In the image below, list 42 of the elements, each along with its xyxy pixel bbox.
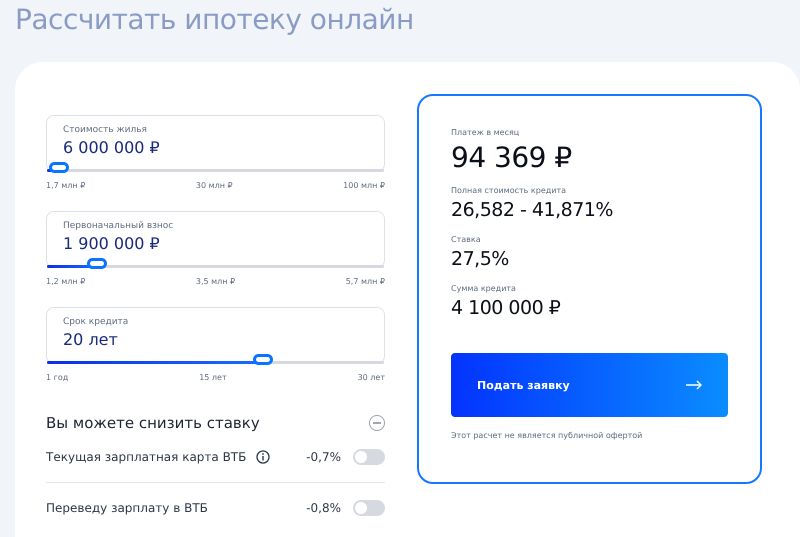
slider-thumb[interactable] (49, 162, 70, 173)
field-value: 1 900 000 ₽ (63, 234, 161, 253)
section-title: Вы можете снизить ставку (46, 414, 260, 432)
toggle-switch[interactable] (353, 449, 385, 465)
stat-label: Сумма кредита (451, 284, 517, 293)
stat-label: Платеж в месяц (451, 128, 520, 137)
slider-thumb[interactable] (253, 354, 274, 365)
slider-field[interactable]: Срок кредита 20 лет (46, 307, 385, 364)
tick-label: 15 лет (199, 373, 227, 382)
discount-amount: -0,7% (306, 450, 341, 464)
stat-value: 27,5% (451, 248, 510, 270)
field-label: Срок кредита (63, 317, 130, 327)
collapse-button[interactable] (369, 415, 385, 431)
tick-label: 30 млн ₽ (196, 181, 233, 190)
slider-field[interactable]: Стоимость жилья 6 000 000 ₽ (46, 115, 385, 172)
info-icon[interactable] (256, 450, 270, 464)
tick-label: 100 млн ₽ (343, 181, 385, 190)
stat-value: 26,582 - 41,871% (451, 199, 614, 221)
stat-label: Ставка (451, 235, 482, 244)
stat-value: 94 369 ₽ (451, 141, 573, 174)
tick-label: 3,5 млн ₽ (196, 277, 236, 286)
tick-label: 5,7 млн ₽ (346, 277, 385, 286)
field-value: 6 000 000 ₽ (63, 138, 161, 157)
apply-button[interactable]: Подать заявку (451, 353, 728, 417)
tick-label: 1,2 млн ₽ (46, 277, 86, 286)
field-label: Первоначальный взнос (63, 221, 174, 231)
slider-thumb[interactable] (86, 258, 107, 269)
tick-label: 1 год (46, 373, 68, 382)
tick-label: 30 лет (358, 373, 385, 382)
page-title: Рассчитать ипотеку онлайн (15, 2, 415, 38)
slider-field[interactable]: Первоначальный взнос 1 900 000 ₽ (46, 211, 385, 268)
discount-label: Текущая зарплатная карта ВТБ (46, 450, 246, 464)
disclaimer-text: Этот расчет не является публичной офертой (451, 431, 644, 440)
arrow-right-icon (686, 380, 702, 390)
stat-value: 4 100 000 ₽ (451, 297, 562, 319)
discount-amount: -0,8% (306, 501, 341, 515)
toggle-switch[interactable] (353, 500, 385, 516)
tick-label: 1,7 млн ₽ (46, 181, 86, 190)
stat-label: Полная стоимость кредита (451, 186, 568, 195)
field-label: Стоимость жилья (63, 125, 148, 135)
field-value: 20 лет (63, 330, 119, 349)
discount-label: Переведу зарплату в ВТБ (46, 501, 208, 515)
